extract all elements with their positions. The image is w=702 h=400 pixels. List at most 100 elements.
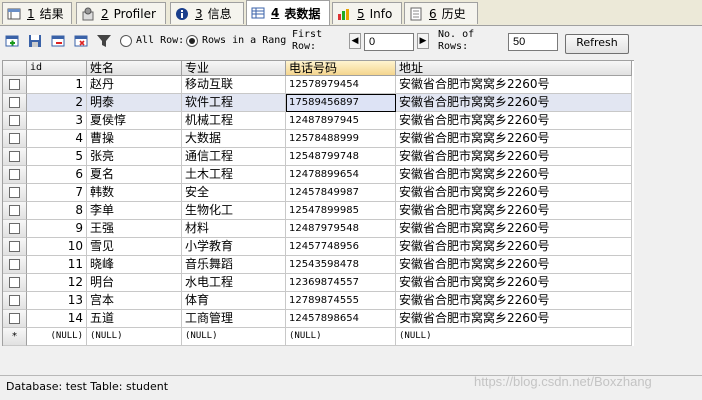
- cell-id[interactable]: 10: [27, 238, 87, 256]
- cell-major[interactable]: 土木工程: [182, 166, 286, 184]
- cell-major[interactable]: 移动互联: [182, 76, 286, 94]
- cell-id[interactable]: 1: [27, 76, 87, 94]
- num-rows-input[interactable]: [508, 33, 558, 51]
- cell-address[interactable]: 安徽省合肥市窝窝乡2260号: [396, 166, 632, 184]
- cell-id[interactable]: 2: [27, 94, 87, 112]
- row-checkbox[interactable]: [9, 151, 20, 162]
- cell-address[interactable]: 安徽省合肥市窝窝乡2260号: [396, 94, 632, 112]
- cell-id[interactable]: 8: [27, 202, 87, 220]
- cell-name[interactable]: 雪见: [87, 238, 182, 256]
- cell-name[interactable]: 韩数: [87, 184, 182, 202]
- row-selector[interactable]: [3, 274, 27, 292]
- tab-history[interactable]: 6 历史: [404, 2, 478, 24]
- cell-name[interactable]: 夏侯惇: [87, 112, 182, 130]
- cell-phone[interactable]: 12543598478: [286, 256, 396, 274]
- cell-id[interactable]: 7: [27, 184, 87, 202]
- table-row[interactable]: 8 李单 生物化工 12547899985 安徽省合肥市窝窝乡2260号: [3, 202, 634, 220]
- table-row[interactable]: 9 王强 材料 12487979548 安徽省合肥市窝窝乡2260号: [3, 220, 634, 238]
- cell-name[interactable]: 夏名: [87, 166, 182, 184]
- cell-major[interactable]: 软件工程: [182, 94, 286, 112]
- table-row[interactable]: 2 明泰 软件工程 17589456897 安徽省合肥市窝窝乡2260号: [3, 94, 634, 112]
- select-all-header[interactable]: [3, 61, 27, 76]
- cell-phone[interactable]: 17589456897: [286, 94, 396, 112]
- row-selector[interactable]: [3, 76, 27, 94]
- row-checkbox[interactable]: [9, 97, 20, 108]
- cell-name[interactable]: 明台: [87, 274, 182, 292]
- row-selector[interactable]: [3, 166, 27, 184]
- refresh-button[interactable]: Refresh: [565, 34, 629, 54]
- cell-address[interactable]: 安徽省合肥市窝窝乡2260号: [396, 310, 632, 328]
- first-row-input[interactable]: [364, 33, 414, 51]
- row-selector[interactable]: [3, 238, 27, 256]
- table-row[interactable]: 3 夏侯惇 机械工程 12487897945 安徽省合肥市窝窝乡2260号: [3, 112, 634, 130]
- next-rows-button[interactable]: ▶: [417, 33, 429, 49]
- cell-phone[interactable]: 12578979454: [286, 76, 396, 94]
- row-checkbox[interactable]: [9, 133, 20, 144]
- table-row[interactable]: 4 曹操 大数据 12578488999 安徽省合肥市窝窝乡2260号: [3, 130, 634, 148]
- cell-phone[interactable]: 12487897945: [286, 112, 396, 130]
- row-selector[interactable]: [3, 112, 27, 130]
- cell-major[interactable]: 生物化工: [182, 202, 286, 220]
- tab-info[interactable]: 3 信息: [170, 2, 244, 24]
- row-selector[interactable]: [3, 202, 27, 220]
- save-icon[interactable]: [27, 33, 43, 49]
- cell-id[interactable]: 13: [27, 292, 87, 310]
- null-cell-name[interactable]: (NULL): [87, 328, 182, 346]
- cell-id[interactable]: 5: [27, 148, 87, 166]
- tab-table-data[interactable]: 4 表数据: [246, 0, 330, 25]
- row-checkbox[interactable]: [9, 295, 20, 306]
- cell-name[interactable]: 五道: [87, 310, 182, 328]
- column-header-phone[interactable]: 电话号码: [286, 61, 396, 76]
- column-header-id[interactable]: id: [27, 61, 87, 76]
- cell-major[interactable]: 大数据: [182, 130, 286, 148]
- cell-phone[interactable]: 12369874557: [286, 274, 396, 292]
- delete-row-icon[interactable]: [50, 33, 66, 49]
- cell-major[interactable]: 水电工程: [182, 274, 286, 292]
- cell-phone[interactable]: 12789874555: [286, 292, 396, 310]
- cell-phone[interactable]: 12457898654: [286, 310, 396, 328]
- table-row[interactable]: 13 宫本 体育 12789874555 安徽省合肥市窝窝乡2260号: [3, 292, 634, 310]
- cell-address[interactable]: 安徽省合肥市窝窝乡2260号: [396, 76, 632, 94]
- row-checkbox[interactable]: [9, 79, 20, 90]
- cell-major[interactable]: 材料: [182, 220, 286, 238]
- cell-name[interactable]: 赵丹: [87, 76, 182, 94]
- cell-major[interactable]: 机械工程: [182, 112, 286, 130]
- new-row[interactable]: * (NULL) (NULL) (NULL) (NULL) (NULL): [3, 328, 634, 346]
- cell-phone[interactable]: 12457849987: [286, 184, 396, 202]
- row-selector[interactable]: [3, 94, 27, 112]
- cell-phone[interactable]: 12578488999: [286, 130, 396, 148]
- cell-id[interactable]: 11: [27, 256, 87, 274]
- row-checkbox[interactable]: [9, 313, 20, 324]
- cell-name[interactable]: 张亮: [87, 148, 182, 166]
- row-checkbox[interactable]: [9, 241, 20, 252]
- previous-rows-button[interactable]: ◀: [349, 33, 361, 49]
- cell-id[interactable]: 3: [27, 112, 87, 130]
- table-row[interactable]: 14 五道 工商管理 12457898654 安徽省合肥市窝窝乡2260号: [3, 310, 634, 328]
- table-row[interactable]: 12 明台 水电工程 12369874557 安徽省合肥市窝窝乡2260号: [3, 274, 634, 292]
- table-row[interactable]: 10 雪见 小学教育 12457748956 安徽省合肥市窝窝乡2260号: [3, 238, 634, 256]
- cell-address[interactable]: 安徽省合肥市窝窝乡2260号: [396, 220, 632, 238]
- row-checkbox[interactable]: [9, 169, 20, 180]
- null-cell-phone[interactable]: (NULL): [286, 328, 396, 346]
- cell-address[interactable]: 安徽省合肥市窝窝乡2260号: [396, 130, 632, 148]
- row-selector[interactable]: [3, 292, 27, 310]
- cell-address[interactable]: 安徽省合肥市窝窝乡2260号: [396, 112, 632, 130]
- row-selector[interactable]: [3, 148, 27, 166]
- cell-major[interactable]: 工商管理: [182, 310, 286, 328]
- table-row[interactable]: 7 韩数 安全 12457849987 安徽省合肥市窝窝乡2260号: [3, 184, 634, 202]
- table-row[interactable]: 1 赵丹 移动互联 12578979454 安徽省合肥市窝窝乡2260号: [3, 76, 634, 94]
- column-header-name[interactable]: 姓名: [87, 61, 182, 76]
- cell-phone[interactable]: 12457748956: [286, 238, 396, 256]
- cell-address[interactable]: 安徽省合肥市窝窝乡2260号: [396, 184, 632, 202]
- cell-major[interactable]: 通信工程: [182, 148, 286, 166]
- cell-major[interactable]: 小学教育: [182, 238, 286, 256]
- column-header-major[interactable]: 专业: [182, 61, 286, 76]
- null-cell-address[interactable]: (NULL): [396, 328, 632, 346]
- table-row[interactable]: 6 夏名 土木工程 12478899654 安徽省合肥市窝窝乡2260号: [3, 166, 634, 184]
- cell-id[interactable]: 9: [27, 220, 87, 238]
- cell-id[interactable]: 4: [27, 130, 87, 148]
- row-checkbox[interactable]: [9, 205, 20, 216]
- cell-id[interactable]: 6: [27, 166, 87, 184]
- cell-phone[interactable]: 12548799748: [286, 148, 396, 166]
- filter-icon[interactable]: [96, 33, 112, 49]
